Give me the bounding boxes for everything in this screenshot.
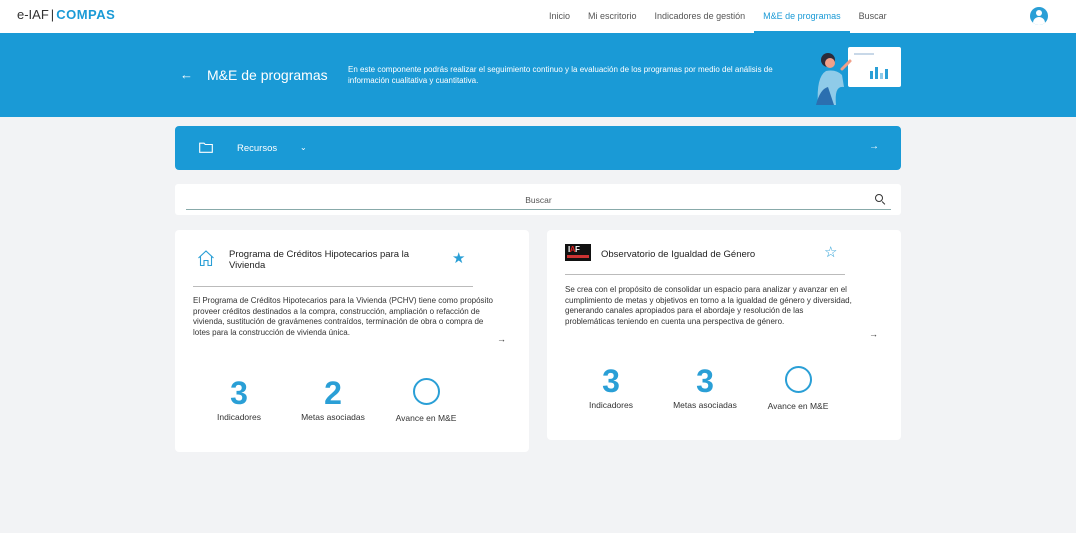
arrow-right-icon[interactable]: → [497,334,506,344]
recursos-label: Recursos [237,143,278,154]
arrow-right-icon[interactable]: → [869,329,878,339]
goals-label: Metas asociadas [673,400,737,410]
indicators-label: Indicadores [217,412,261,422]
search-icon[interactable] [875,194,883,202]
indicators-count: 3 [602,363,620,399]
brand-name: COMPAS [56,7,116,22]
iaf-logo-icon: IAF [565,244,591,261]
indicators-count: 3 [230,375,248,411]
nav-links: Inicio Mi escritorio Indicadores de gest… [540,0,896,33]
goals-stat: 3 Metas asociadas [660,364,750,410]
nav-link-indicadores[interactable]: Indicadores de gestión [646,0,755,33]
program-title[interactable]: Observatorio de Igualdad de Género [601,249,821,260]
goals-count: 3 [696,363,714,399]
brand-prefix: e-IAF [17,7,49,22]
indicators-stat: 3 Indicadores [566,364,656,410]
nav-link-me-programas[interactable]: M&E de programas [754,0,850,33]
hero-banner: ← M&E de programas En este componente po… [0,33,1076,117]
chevron-down-icon[interactable]: ⌄ [300,143,307,152]
indicators-stat: 3 Indicadores [194,376,284,422]
house-icon [198,250,214,267]
program-description: El Programa de Créditos Hipotecarios par… [193,296,493,337]
progress-ring-icon [785,366,812,393]
page-title: M&E de programas [207,67,328,83]
page-description: En este componente podrás realizar el se… [348,65,773,85]
divider [565,274,845,275]
recursos-panel[interactable]: Recursos ⌄ → [175,126,901,170]
nav-link-buscar[interactable]: Buscar [850,0,896,33]
search-input[interactable] [186,190,891,210]
progress-label: Avance en M&E [395,413,457,423]
progress-label: Avance en M&E [767,401,829,411]
folder-icon [199,142,213,153]
program-card[interactable]: IAF Observatorio de Igualdad de Género ☆… [547,230,901,440]
star-filled-icon[interactable]: ★ [452,249,465,267]
presentation-illustration-icon [816,47,901,105]
star-outline-icon[interactable]: ☆ [824,243,837,261]
goals-stat: 2 Metas asociadas [288,376,378,422]
brand-logo[interactable]: e-IAF | COMPAS [17,7,115,22]
program-title[interactable]: Programa de Créditos Hipotecarios para l… [229,249,429,271]
nav-link-inicio[interactable]: Inicio [540,0,579,33]
search-bar [175,184,901,215]
user-avatar-icon[interactable] [1030,7,1048,25]
divider [193,286,473,287]
goals-label: Metas asociadas [301,412,365,422]
progress-ring-icon [413,378,440,405]
top-navbar: e-IAF | COMPAS Inicio Mi escritorio Indica… [0,0,1076,33]
brand-separator: | [50,7,55,22]
indicators-label: Indicadores [589,400,633,410]
goals-count: 2 [324,375,342,411]
program-description: Se crea con el propósito de consolidar u… [565,285,852,326]
program-card[interactable]: Programa de Créditos Hipotecarios para l… [175,230,529,452]
nav-link-mi-escritorio[interactable]: Mi escritorio [579,0,646,33]
arrow-right-icon[interactable]: → [869,141,879,152]
back-arrow-icon[interactable]: ← [180,67,193,82]
